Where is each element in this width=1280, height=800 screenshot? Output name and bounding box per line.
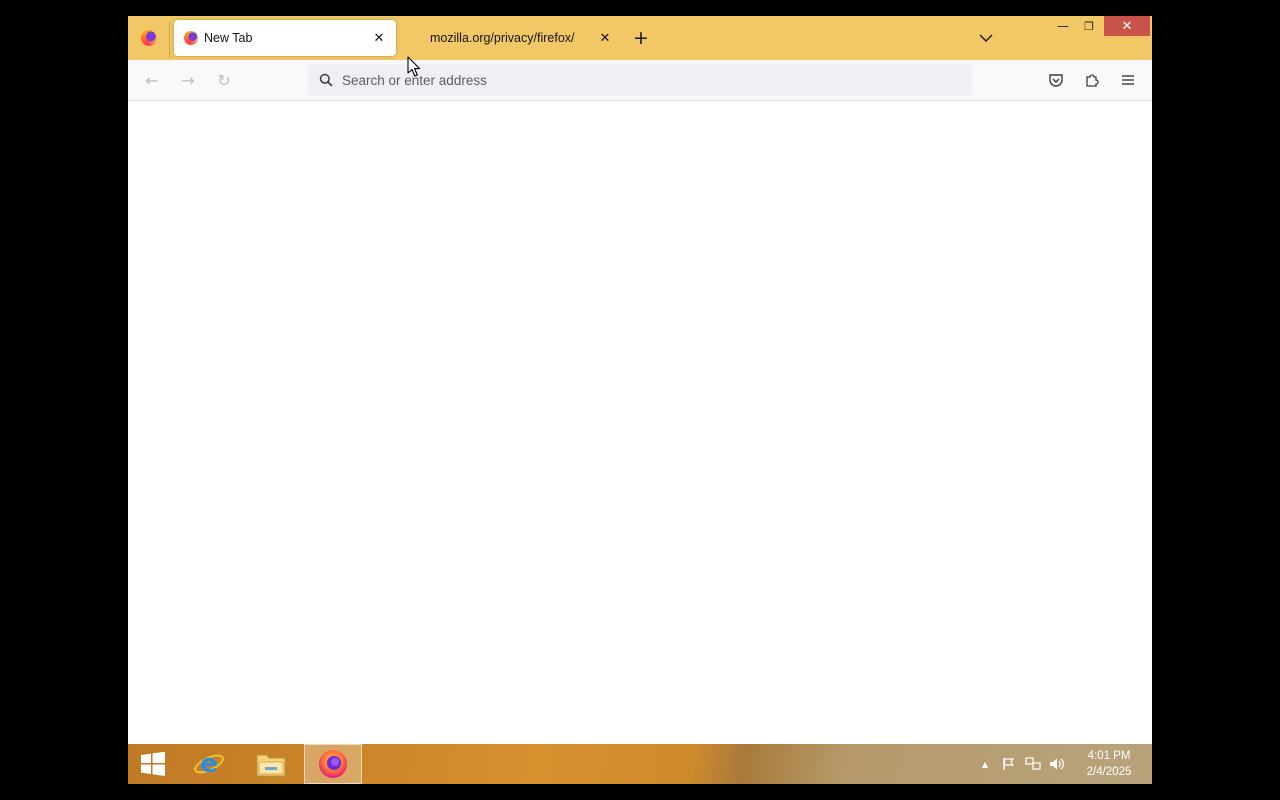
firefox-icon bbox=[141, 30, 157, 46]
list-all-tabs-button[interactable] bbox=[976, 28, 996, 48]
tab-label: mozilla.org/privacy/firefox/ bbox=[430, 31, 575, 45]
application-menu-button[interactable] bbox=[1118, 70, 1138, 90]
network-icon[interactable] bbox=[1024, 756, 1042, 772]
svg-text:e: e bbox=[200, 749, 218, 779]
close-tab-icon[interactable]: ✕ bbox=[370, 29, 388, 47]
tab-bar: New Tab ✕ mozilla.org/privacy/firefox/ ✕… bbox=[128, 16, 1152, 60]
extensions-button[interactable] bbox=[1082, 70, 1102, 90]
mouse-cursor-icon bbox=[407, 56, 421, 77]
internet-explorer-taskbar-button[interactable]: e bbox=[180, 744, 238, 784]
taskbar-clock[interactable]: 4:01 PM 2/4/2025 bbox=[1078, 748, 1140, 782]
search-icon bbox=[318, 72, 334, 88]
tab-label: New Tab bbox=[204, 31, 253, 45]
minimize-button[interactable]: — bbox=[1050, 16, 1076, 36]
volume-icon[interactable] bbox=[1048, 756, 1066, 772]
hamburger-menu-icon bbox=[1122, 75, 1134, 85]
firefox-taskbar-button[interactable] bbox=[304, 744, 362, 784]
clock-date: 2/4/2025 bbox=[1086, 766, 1132, 778]
windows-logo-icon bbox=[141, 751, 165, 776]
close-window-button[interactable]: ✕ bbox=[1104, 16, 1150, 36]
new-tab-button[interactable]: + bbox=[630, 27, 652, 49]
taskbar: e ▲ 4:01 PM 2/4/2025 bbox=[128, 744, 1152, 784]
address-input[interactable] bbox=[342, 72, 942, 88]
restore-button[interactable]: ❐ bbox=[1076, 16, 1102, 36]
page-content-area[interactable] bbox=[128, 101, 1152, 744]
tab-new-tab[interactable]: New Tab ✕ bbox=[174, 20, 396, 56]
chevron-down-icon bbox=[979, 34, 993, 42]
file-explorer-taskbar-button[interactable] bbox=[242, 744, 300, 784]
firefox-view-button[interactable] bbox=[128, 16, 170, 60]
start-button[interactable] bbox=[128, 744, 178, 784]
reload-button[interactable]: ↻ bbox=[214, 70, 234, 90]
firefox-icon bbox=[184, 31, 198, 45]
file-explorer-icon bbox=[256, 754, 286, 777]
navigation-toolbar: ← → ↻ bbox=[128, 60, 1152, 101]
pocket-button[interactable] bbox=[1046, 70, 1066, 90]
back-button[interactable]: ← bbox=[142, 70, 162, 90]
clock-time: 4:01 PM bbox=[1087, 750, 1131, 762]
show-hidden-icons-button[interactable]: ▲ bbox=[976, 756, 994, 772]
puzzle-piece-icon bbox=[1086, 74, 1099, 87]
close-tab-icon[interactable]: ✕ bbox=[596, 29, 614, 47]
action-center-flag-icon[interactable] bbox=[1000, 756, 1018, 772]
desktop-screen: New Tab ✕ mozilla.org/privacy/firefox/ ✕… bbox=[128, 16, 1152, 784]
internet-explorer-icon: e bbox=[194, 749, 224, 779]
firefox-icon bbox=[319, 750, 347, 778]
pocket-icon bbox=[1049, 74, 1063, 87]
forward-button[interactable]: → bbox=[178, 70, 198, 90]
tab-mozilla-privacy[interactable]: mozilla.org/privacy/firefox/ ✕ bbox=[418, 20, 622, 56]
